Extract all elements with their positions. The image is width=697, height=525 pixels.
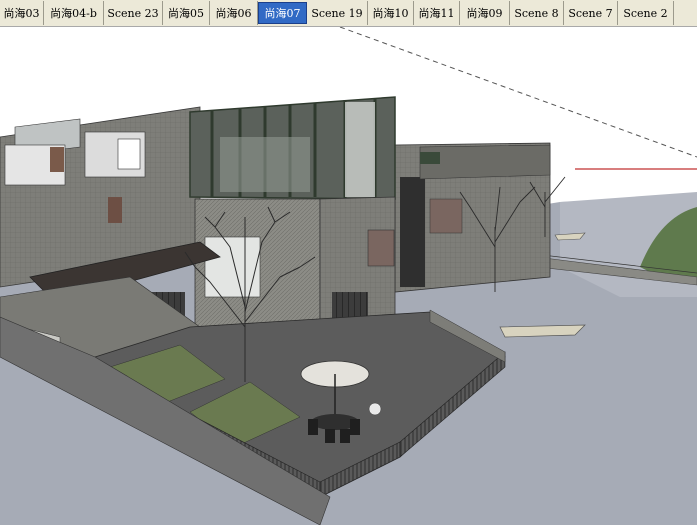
window-bright (117, 138, 141, 170)
scene-tab-bar: 尚海03 尚海04-b Scene 23 尚海05 尚海06 尚海07 Scen… (0, 0, 697, 27)
scene-tab[interactable]: Scene 19 (307, 1, 368, 25)
scene-tab-active[interactable]: 尚海07 (258, 2, 307, 24)
boat-near (499, 324, 586, 338)
pavilion-glazing (220, 137, 310, 192)
scene-tab[interactable]: Scene 23 (104, 1, 163, 25)
window-shutter (108, 197, 122, 223)
window-shutter (429, 198, 463, 234)
slatted-window (332, 292, 368, 320)
scene-tab[interactable]: Scene 7 (564, 1, 618, 25)
stair-core (400, 177, 425, 287)
railing-right (420, 152, 440, 164)
scene-tab[interactable]: 尚海03 (0, 1, 44, 25)
scene-tab[interactable]: 尚海05 (163, 1, 210, 25)
model-scene (0, 27, 697, 525)
ground-glazing (204, 236, 261, 298)
window-shutter (367, 229, 395, 267)
scene-tab[interactable]: Scene 2 (618, 1, 674, 25)
window-shutter (50, 147, 64, 172)
scene-tab[interactable]: 尚海11 (414, 1, 460, 25)
model-viewport[interactable] (0, 27, 697, 525)
scene-tab[interactable]: 尚海10 (368, 1, 414, 25)
planter (368, 402, 382, 416)
scene-tab[interactable]: 尚海06 (210, 1, 258, 25)
scene-tab[interactable]: 尚海09 (460, 1, 510, 25)
scene-tab[interactable]: 尚海04-b (44, 1, 104, 25)
scene-tab[interactable]: Scene 8 (510, 1, 564, 25)
pavilion-glazing-bright (345, 102, 375, 197)
